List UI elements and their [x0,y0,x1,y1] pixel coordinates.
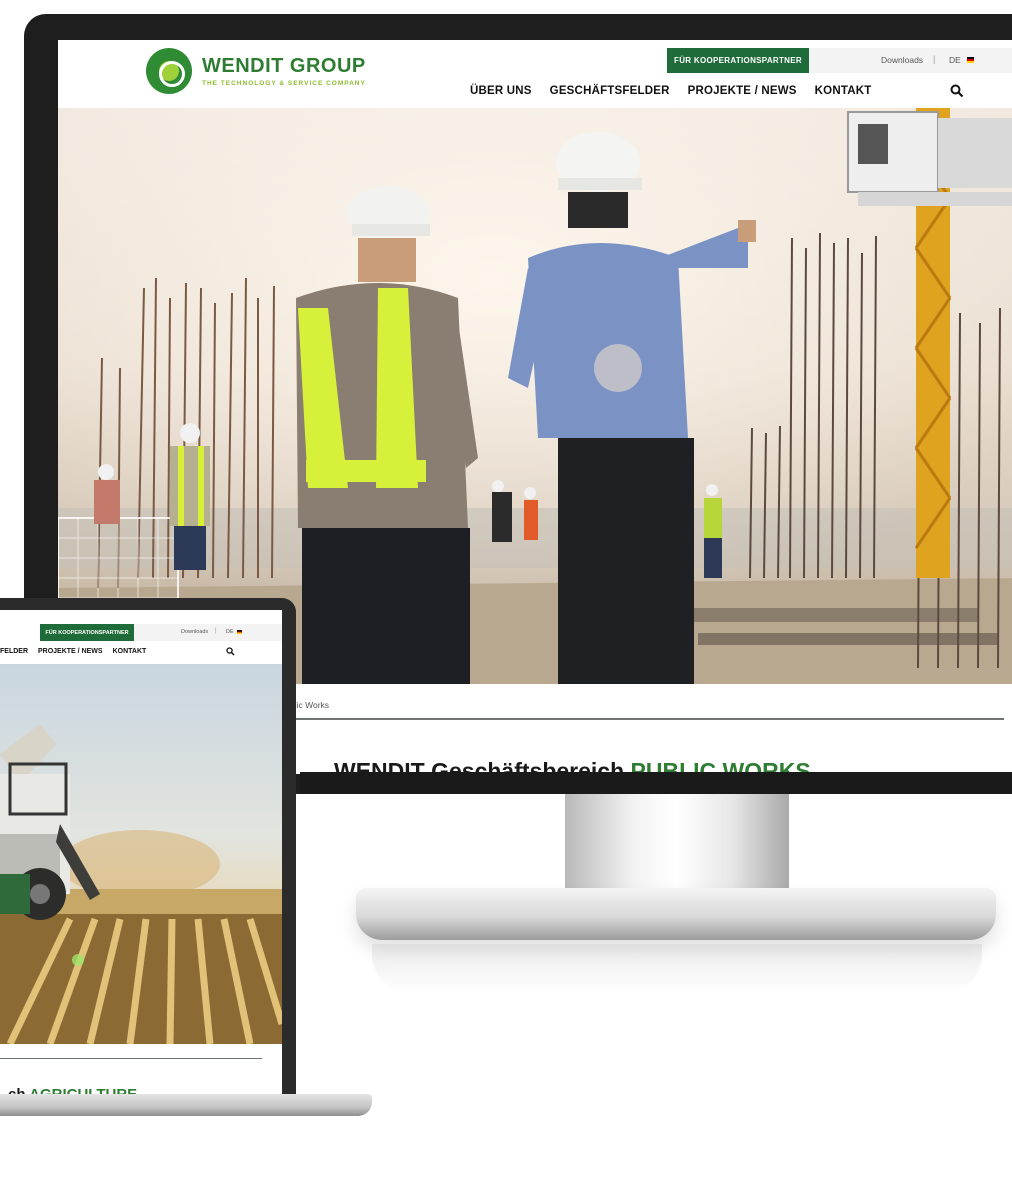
search-icon[interactable] [950,84,964,98]
laptop-german-flag-icon [237,630,242,634]
site-header: WENDIT GROUP THE TECHNOLOGY & SERVICE CO… [58,40,1012,108]
laptop-main-nav: FELDER PROJEKTE / NEWS KONTAKT [0,648,146,655]
section-divider [290,718,1004,720]
laptop-nav-item-felder[interactable]: FELDER [0,648,28,655]
laptop-page-headline: ch AGRICULTURE [8,1086,137,1094]
laptop-headline-accent: AGRICULTURE [29,1086,137,1094]
logo-tagline: THE TECHNOLOGY & SERVICE COMPANY [202,80,366,87]
nav-item-projekte-news[interactable]: PROJEKTE / NEWS [688,85,797,97]
laptop-base [0,1094,372,1116]
monitor-stand-base [356,888,996,940]
monitor-chin [300,772,1012,794]
laptop-nav-item-projekte-news[interactable]: PROJEKTE / NEWS [38,648,103,655]
laptop-nav-item-kontakt[interactable]: KONTAKT [113,648,147,655]
nav-item-geschaeftsfelder[interactable]: GESCHÄFTSFELDER [550,85,670,97]
stand-reflection [372,944,982,994]
utility-bar: Downloads | DE [809,48,1012,73]
language-selector[interactable]: DE [949,55,961,65]
logo-mark-icon [146,48,192,94]
laptop-device: FÜR KOOPERATIONSPARTNER Downloads | DE F… [0,598,296,1102]
nav-item-kontakt[interactable]: KONTAKT [815,85,872,97]
agriculture-scene [0,724,282,1044]
main-nav: ÜBER UNS GESCHÄFTSFELDER PROJEKTE / NEWS… [470,85,871,97]
laptop-utility-bar: Downloads | DE [134,624,282,641]
logo-name: WENDIT GROUP [202,55,366,77]
logo-text: WENDIT GROUP THE TECHNOLOGY & SERVICE CO… [202,55,366,87]
laptop-headline-prefix: ch [8,1086,26,1094]
german-flag-icon [967,57,974,63]
monitor-stand-neck [565,794,789,900]
laptop-hero-agriculture-image [0,664,282,1044]
laptop-section-divider [0,1058,262,1059]
laptop-search-icon[interactable] [226,647,235,656]
laptop-language-selector[interactable]: DE [226,629,234,635]
downloads-link[interactable]: Downloads [881,55,923,65]
utility-separator: | [933,54,936,64]
laptop-downloads-link[interactable]: Downloads [181,629,208,635]
partner-button[interactable]: FÜR KOOPERATIONSPARTNER [667,48,809,73]
nav-item-ueber-uns[interactable]: ÜBER UNS [470,85,532,97]
laptop-partner-button[interactable]: FÜR KOOPERATIONSPARTNER [40,624,134,641]
laptop-screen: FÜR KOOPERATIONSPARTNER Downloads | DE F… [0,610,282,1094]
laptop-utility-separator: | [215,628,217,634]
harvester-shape [0,724,100,920]
wendit-logo[interactable]: WENDIT GROUP THE TECHNOLOGY & SERVICE CO… [146,48,366,94]
